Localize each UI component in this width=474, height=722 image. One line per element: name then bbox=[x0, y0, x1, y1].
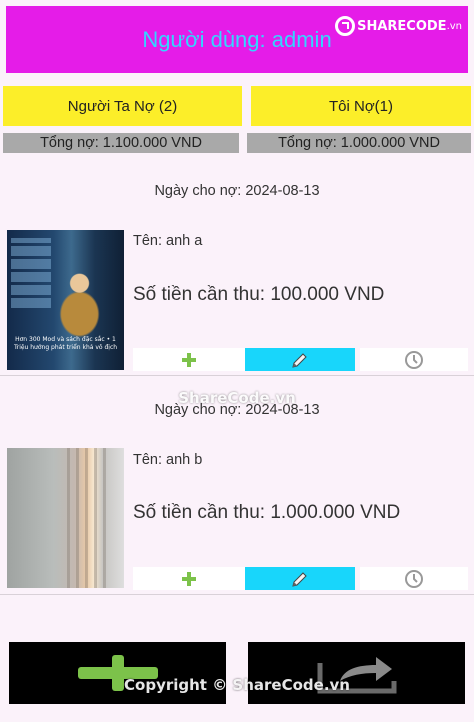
image-decoration bbox=[67, 448, 107, 588]
share-button[interactable] bbox=[248, 642, 465, 704]
history-button[interactable] bbox=[360, 567, 468, 590]
history-button[interactable] bbox=[360, 348, 468, 371]
record-name: Tên: anh a bbox=[133, 233, 203, 249]
pencil-icon bbox=[292, 571, 307, 587]
logo-suffix: .vn bbox=[446, 20, 462, 32]
tab-i-owe[interactable]: Tôi Nợ(1) bbox=[251, 86, 471, 126]
record-image bbox=[7, 448, 124, 588]
watermark-footer: Copyright © ShareCode.vn bbox=[124, 676, 350, 694]
plus-icon bbox=[182, 571, 196, 586]
record-divider bbox=[0, 594, 474, 595]
add-payment-button[interactable] bbox=[133, 348, 245, 371]
pencil-icon bbox=[292, 352, 307, 368]
record-date: Ngày cho nợ: 2024-08-13 bbox=[154, 402, 320, 418]
record-amount: Số tiền cần thu: 100.000 VND bbox=[133, 284, 385, 305]
logo-icon bbox=[335, 16, 356, 36]
total-others-owe: Tổng nợ: 1.100.000 VND bbox=[3, 133, 239, 153]
add-payment-button[interactable] bbox=[133, 567, 245, 590]
edit-button[interactable] bbox=[245, 348, 355, 371]
clock-icon bbox=[405, 569, 423, 588]
image-decoration bbox=[11, 238, 51, 308]
tab-others-owe[interactable]: Người Ta Nợ (2) bbox=[3, 86, 242, 126]
record-image: Hơn 300 Mod và sách đặc sắc • 1 Triệu hư… bbox=[7, 230, 124, 370]
add-debt-button[interactable] bbox=[9, 642, 226, 704]
record-date: Ngày cho nợ: 2024-08-13 bbox=[154, 183, 320, 199]
record-amount: Số tiền cần thu: 1.000.000 VND bbox=[133, 502, 401, 523]
record-name: Tên: anh b bbox=[133, 452, 203, 468]
plus-icon bbox=[182, 352, 196, 367]
edit-button[interactable] bbox=[245, 567, 355, 590]
clock-icon bbox=[405, 350, 423, 369]
record-divider bbox=[0, 375, 474, 376]
image-caption: Hơn 300 Mod và sách đặc sắc • 1 Triệu hư… bbox=[13, 336, 118, 351]
sharecode-logo: SHARECODE .vn bbox=[335, 16, 462, 36]
header-bar: Người dùng: admin SHARECODE .vn bbox=[6, 6, 468, 73]
total-i-owe: Tổng nợ: 1.000.000 VND bbox=[247, 133, 471, 153]
logo-text: SHARECODE bbox=[357, 18, 447, 34]
